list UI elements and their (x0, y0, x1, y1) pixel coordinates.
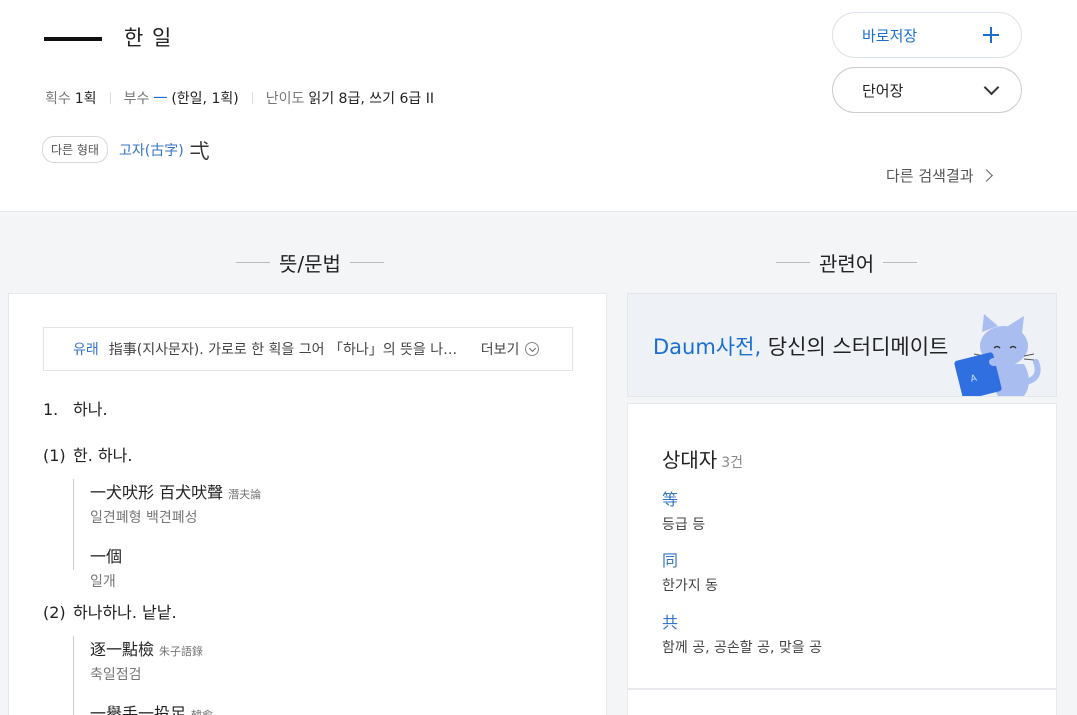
example-source: 韓愈 (191, 709, 213, 715)
chevron-right-icon (979, 169, 993, 182)
alt-form-char[interactable]: 弌 (190, 135, 210, 164)
meaning-number: 1. (43, 400, 59, 419)
example-source: 潛夫論 (228, 488, 262, 501)
related-count: 3건 (721, 455, 743, 471)
divider (109, 92, 111, 104)
stroke-value: 1획 (74, 91, 97, 107)
meaning-panel: 유래 指事(지사문자). 가로로 한 획을 그어 「하나」의 뜻을 나타… 더보… (8, 293, 607, 715)
wordbook-label: 단어장 (862, 81, 904, 100)
title-line (776, 262, 810, 263)
banner-slogan: 당신의 스터디메이트 (761, 335, 949, 359)
banner-text: Daum사전, 당신의 스터디메이트 (653, 331, 948, 361)
chevron-down-icon (983, 79, 1000, 95)
related-hanja[interactable]: 同 (662, 547, 718, 571)
origin-more-label: 더보기 (480, 342, 520, 358)
example-list: 一犬吠形 百犬吠聲 潛夫論 일견폐형 백견폐성 一個 일개 (73, 479, 261, 590)
alt-form: 다른 형태 고자(古字) 弌 (42, 135, 210, 164)
meaning-title-text: 뜻/문법 (279, 252, 341, 276)
other-results-link[interactable]: 다른 검색결과 (886, 165, 993, 186)
related-hanja[interactable]: 等 (662, 486, 705, 510)
sub-meaning-number: (2) (43, 603, 66, 622)
banner-brand: Daum사전, (653, 335, 762, 359)
hanja-reading: 한 일 (124, 26, 173, 50)
stroke-label: 획수 (45, 91, 71, 107)
cat-mascot-icon: A (954, 314, 1041, 396)
example-item: 一個 일개 (90, 543, 261, 591)
example-source: 朱子語錄 (159, 645, 204, 658)
example-item: 一犬吠形 百犬吠聲 潛夫論 일견폐형 백견폐성 (90, 479, 261, 527)
example-item: 逐一點檢 朱子語錄 축일점검 (90, 636, 213, 684)
divider (251, 92, 253, 104)
origin-more-button[interactable]: 더보기 (481, 339, 540, 359)
sub-meaning: (2) 하나하나. 낱낱. (43, 599, 177, 623)
origin-box: 유래 指事(지사문자). 가로로 한 획을 그어 「하나」의 뜻을 나타… 더보… (43, 327, 573, 371)
wordbook-dropdown[interactable]: 단어장 (832, 67, 1022, 113)
circle-chevron-down-icon (525, 342, 540, 356)
title-line (349, 262, 384, 263)
example-item: 一擧手一投足韓愈 (90, 700, 213, 715)
origin-text: 指事(지사문자). 가로로 한 획을 그어 「하나」의 뜻을 나타… (108, 342, 467, 358)
example-hanja[interactable]: 一擧手一投足 (90, 704, 186, 715)
quick-save-label: 바로저장 (862, 26, 918, 45)
related-item: 等 등급 등 (662, 486, 705, 534)
hanja-meta: 획수 1획 부수 一 (한일, 1획) 난이도 읽기 8급, 쓰기 6급 II (45, 88, 434, 108)
meaning-text: 하나. (73, 400, 108, 419)
radical-value: (한일, 1획) (171, 91, 239, 107)
word-header: 한 일 획수 1획 부수 一 (한일, 1획) 난이도 읽기 8급, 쓰기 6급… (0, 0, 1077, 212)
difficulty-value: 읽기 8급, 쓰기 6급 II (308, 91, 434, 107)
related-panel-next (627, 689, 1057, 715)
related-reading: 등급 등 (662, 517, 706, 533)
radical-link[interactable]: 一 (153, 88, 167, 108)
promo-banner[interactable]: Daum사전, 당신의 스터디메이트 A (627, 293, 1057, 397)
meaning-section-title: 뜻/문법 (227, 248, 393, 277)
plus-icon (983, 27, 999, 43)
related-reading: 함께 공, 공손할 공, 맞을 공 (662, 640, 822, 656)
related-panel: 상대자 3건 等 등급 등 同 한가지 동 共 함께 공, 공손할 공, 맞을 공 (627, 403, 1057, 689)
other-results-label: 다른 검색결과 (886, 167, 974, 185)
meaning-item: 1. 하나. (43, 396, 108, 420)
related-item: 同 한가지 동 (662, 547, 718, 595)
alt-form-badge: 다른 형태 (42, 136, 108, 163)
related-group-name: 상대자 (662, 448, 718, 472)
origin-label: 유래 (73, 342, 99, 358)
example-list: 逐一點檢朱子語錄 축일점검 一擧手一投足韓愈 (73, 636, 213, 715)
related-hanja[interactable]: 共 (662, 609, 822, 633)
sub-meaning: (1) 한. 하나. (43, 442, 132, 466)
example-hanja[interactable]: 一犬吠形 百犬吠聲 (90, 483, 223, 502)
related-title-text: 관련어 (819, 252, 875, 276)
example-reading: 축일점검 (90, 667, 142, 683)
sub-meaning-text: 하나하나. 낱낱. (73, 603, 177, 622)
related-reading: 한가지 동 (662, 578, 718, 594)
quick-save-button[interactable]: 바로저장 (832, 12, 1022, 58)
sub-meaning-text: 한. 하나. (73, 446, 133, 465)
alt-form-label[interactable]: 고자(古字) (119, 140, 184, 160)
title-line (236, 262, 270, 263)
example-hanja[interactable]: 逐一點檢 (90, 640, 154, 659)
title-line (883, 262, 918, 263)
related-section-title: 관련어 (767, 248, 926, 277)
difficulty-label: 난이도 (265, 91, 305, 107)
related-group-title: 상대자 3건 (662, 444, 743, 473)
related-item: 共 함께 공, 공손할 공, 맞을 공 (662, 609, 822, 657)
example-reading: 일견폐형 백견폐성 (90, 510, 198, 526)
hanja-character-one (44, 37, 102, 41)
sub-meaning-number: (1) (43, 446, 66, 465)
example-hanja[interactable]: 一個 (90, 547, 122, 566)
radical-label: 부수 (123, 91, 150, 107)
example-reading: 일개 (90, 574, 116, 590)
